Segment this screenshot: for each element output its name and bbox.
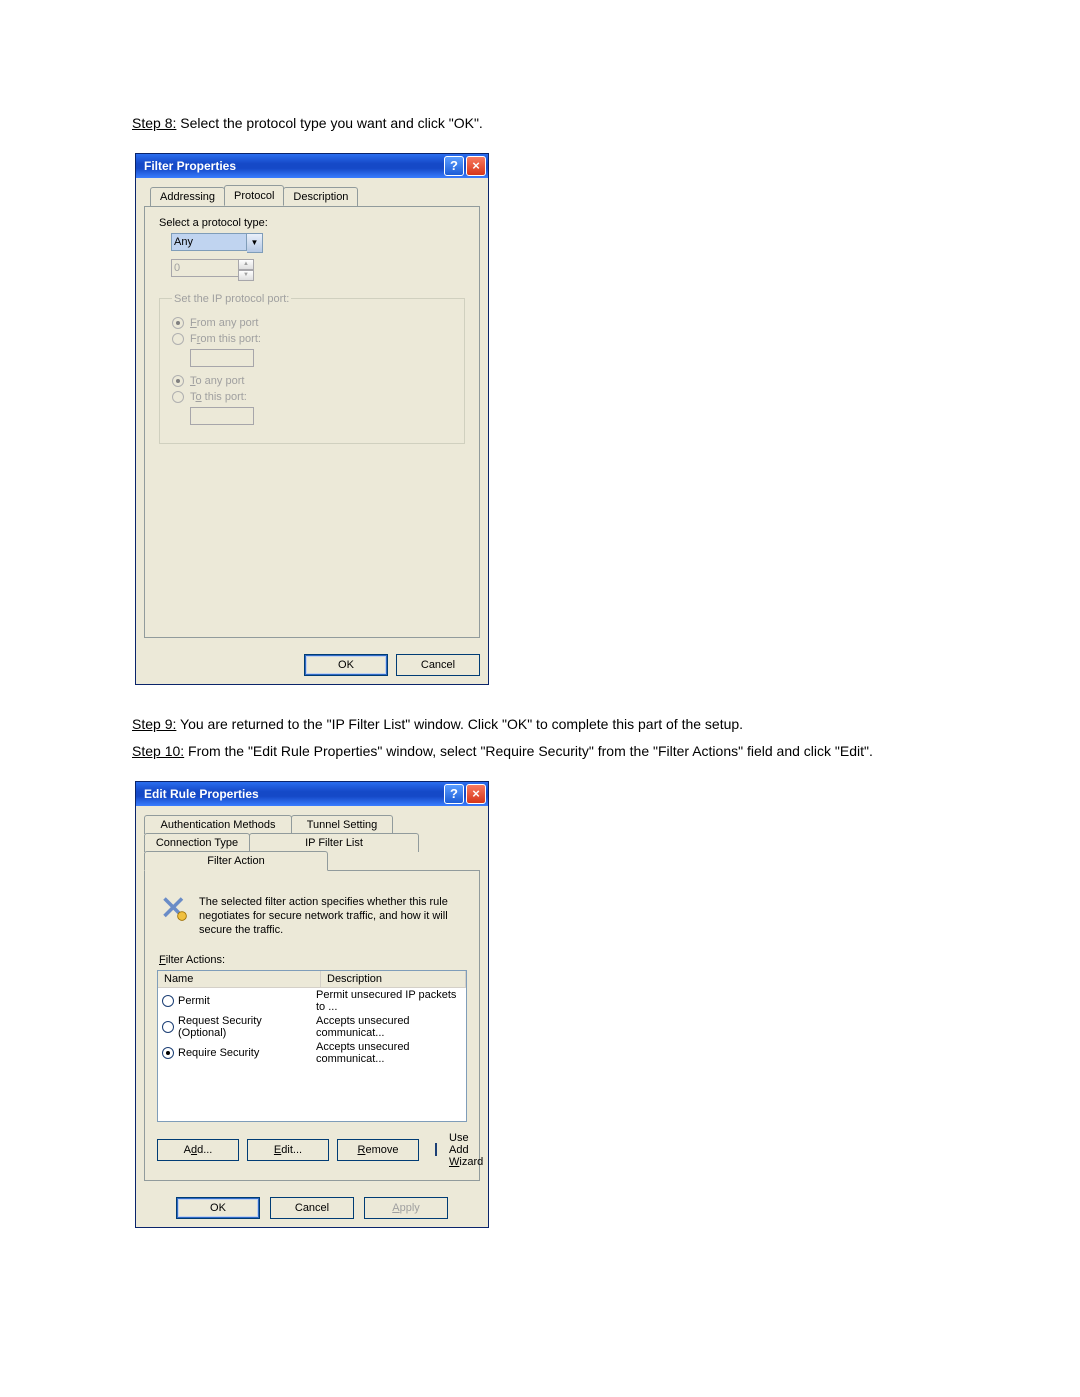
list-item[interactable]: Request Security (Optional) Accepts unse… (158, 1014, 466, 1040)
protocol-combo[interactable]: ▼ (171, 233, 465, 253)
radio-to-any (172, 375, 184, 387)
titlebar[interactable]: Edit Rule Properties ? × (136, 782, 488, 806)
window-title: Filter Properties (144, 159, 444, 173)
col-name[interactable]: Name (158, 971, 321, 987)
window-title: Edit Rule Properties (144, 787, 444, 801)
filter-actions-label: Filter Actions: (159, 954, 467, 966)
list-item[interactable]: Require Security Accepts unsecured commu… (158, 1040, 466, 1066)
radio-to-this (172, 391, 184, 403)
spin-down-icon: ▼ (238, 270, 254, 281)
use-add-wizard-label: Use Add Wizard (449, 1132, 483, 1168)
close-button[interactable]: × (466, 156, 486, 176)
step9: Step 9: You are returned to the "IP Filt… (132, 715, 948, 734)
tab-addressing[interactable]: Addressing (150, 187, 225, 206)
select-protocol-label: Select a protocol type: (159, 217, 465, 229)
list-item[interactable]: Permit Permit unsecured IP packets to ..… (158, 988, 466, 1014)
cancel-button[interactable]: Cancel (396, 654, 480, 676)
from-port-input (190, 349, 254, 367)
edit-rule-properties-window: Edit Rule Properties ? × Authentication … (135, 781, 489, 1228)
protocol-spinner: ▲▼ (171, 259, 465, 281)
radio-from-any (172, 317, 184, 329)
tab-tunnel-setting[interactable]: Tunnel Setting (291, 815, 393, 834)
to-port-input (190, 407, 254, 425)
tab-connection-type[interactable]: Connection Type (144, 833, 250, 852)
remove-button[interactable]: Remove (337, 1139, 419, 1161)
tab-auth-methods[interactable]: Authentication Methods (144, 815, 292, 834)
help-button[interactable]: ? (444, 784, 464, 804)
tab-protocol[interactable]: Protocol (224, 185, 284, 206)
radio-icon[interactable] (162, 995, 174, 1007)
use-add-wizard-checkbox[interactable] (435, 1143, 437, 1156)
protocol-combo-input[interactable] (171, 233, 247, 251)
ok-button[interactable]: OK (304, 654, 388, 676)
info-text: The selected filter action specifies whe… (199, 895, 463, 938)
apply-button: Apply (364, 1197, 448, 1219)
radio-icon[interactable] (162, 1047, 174, 1059)
tab-filter-action[interactable]: Filter Action (144, 851, 328, 871)
radio-from-this (172, 333, 184, 345)
filter-action-icon (161, 895, 189, 923)
filter-actions-list[interactable]: Name Description Permit Permit unsecured… (157, 970, 467, 1122)
chevron-down-icon[interactable]: ▼ (247, 233, 263, 253)
protocol-spinner-input (171, 259, 239, 277)
col-description[interactable]: Description (321, 971, 466, 987)
filter-properties-window: Filter Properties ? × Addressing Protoco… (135, 153, 489, 685)
close-button[interactable]: × (466, 784, 486, 804)
step10: Step 10: From the "Edit Rule Properties"… (132, 742, 948, 761)
tab-description[interactable]: Description (283, 187, 358, 206)
step8: Step 8: Select the protocol type you wan… (132, 114, 948, 133)
add-button[interactable]: Add... (157, 1139, 239, 1161)
tab-ip-filter-list[interactable]: IP Filter List (249, 833, 419, 852)
radio-icon[interactable] (162, 1021, 174, 1033)
ok-button[interactable]: OK (176, 1197, 260, 1219)
help-button[interactable]: ? (444, 156, 464, 176)
cancel-button[interactable]: Cancel (270, 1197, 354, 1219)
edit-button[interactable]: Edit... (247, 1139, 329, 1161)
port-fieldset: Set the IP protocol port: From any port … (159, 293, 465, 444)
spin-up-icon: ▲ (238, 259, 254, 270)
titlebar[interactable]: Filter Properties ? × (136, 154, 488, 178)
